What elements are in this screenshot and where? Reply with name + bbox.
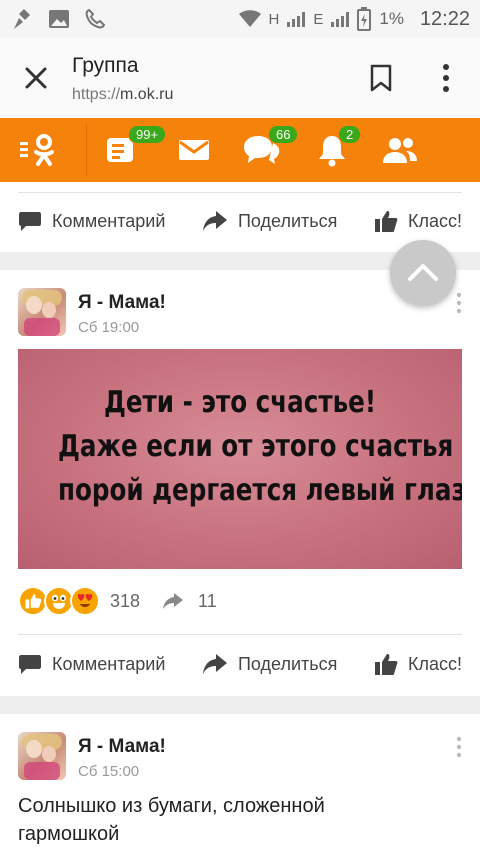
nav-messages-button[interactable] <box>172 118 216 182</box>
image-text-line: порой дергается левый глаз. <box>57 473 462 508</box>
browser-toolbar: Группа https://m.ok.ru <box>0 38 480 118</box>
post-date: Сб 19:00 <box>78 319 140 336</box>
notifications-badge: 2 <box>338 125 362 144</box>
nav-separator <box>86 124 87 176</box>
friends-icon <box>383 138 417 163</box>
divider <box>18 634 462 635</box>
comment-label: Комментарий <box>52 653 166 674</box>
battery-icon <box>357 7 372 31</box>
share-button[interactable]: Поделиться <box>202 653 337 675</box>
messages-badge: 66 <box>268 125 299 144</box>
scroll-to-top-button[interactable] <box>390 240 456 306</box>
post-menu-icon[interactable] <box>456 292 462 314</box>
reactions-count: 318 <box>110 590 141 611</box>
post-image[interactable]: Дети - это счастье! Даже если от этого с… <box>18 349 462 569</box>
more-menu-icon[interactable] <box>438 62 454 94</box>
status-bar: H E 1% 12:22 <box>0 0 480 38</box>
like-button[interactable]: Класс! <box>374 652 462 676</box>
like-label: Класс! <box>408 653 462 674</box>
like-label: Класс! <box>408 210 462 231</box>
share-button[interactable]: Поделиться <box>202 210 337 232</box>
url-scheme: https:// <box>72 86 121 103</box>
page-url: https://m.ok.ru <box>72 86 173 104</box>
reactions-bar[interactable]: 318 11 <box>18 586 217 616</box>
post-text[interactable]: Солнышко из бумаги, сложенной гармошкой <box>18 792 462 848</box>
broom-icon <box>14 9 30 29</box>
chevron-up-icon <box>408 264 438 281</box>
image-icon <box>49 10 69 28</box>
nav-friends-button[interactable] <box>380 118 420 182</box>
share-arrow-icon <box>202 211 227 231</box>
comment-icon <box>19 655 41 674</box>
thumbs-up-icon <box>375 654 398 675</box>
post-text-line: гармошкой <box>18 823 120 845</box>
url-host: m.ok.ru <box>120 86 174 103</box>
post-actions: Комментарий Поделиться Класс! <box>0 636 480 692</box>
share-label: Поделиться <box>237 210 338 231</box>
phone-icon <box>85 8 106 29</box>
post-menu-icon[interactable] <box>456 736 462 758</box>
signal-icon-2 <box>331 11 350 27</box>
feed-badge: 99+ <box>128 125 167 144</box>
site-nav-bar: 99+ 66 2 <box>0 118 480 182</box>
comment-button[interactable]: Комментарий <box>18 210 165 232</box>
battery-percent: 1% <box>379 9 404 28</box>
image-text-line: Даже если от этого счастья <box>57 429 454 464</box>
ok-logo-icon <box>20 134 54 166</box>
image-text-line: Дети - это счастье! <box>103 385 377 420</box>
comment-button[interactable]: Комментарий <box>18 653 165 675</box>
post-date: Сб 15:00 <box>78 763 140 780</box>
avatar[interactable] <box>18 288 66 336</box>
post-author[interactable]: Я - Мама! <box>78 292 166 314</box>
post-header: Я - Мама! Сб 15:00 <box>0 714 480 788</box>
network-type-2: E <box>313 10 324 28</box>
close-icon[interactable] <box>22 64 50 92</box>
reshare-icon[interactable] <box>162 592 184 610</box>
page-title: Группа <box>72 54 139 77</box>
post-author[interactable]: Я - Мама! <box>78 736 166 758</box>
network-type-1: H <box>268 10 280 28</box>
love-reaction-icon <box>70 586 100 616</box>
post-text-line: Солнышко из бумаги, сложенной <box>18 795 325 817</box>
share-label: Поделиться <box>237 653 338 674</box>
mail-icon <box>179 140 209 160</box>
avatar[interactable] <box>18 732 66 780</box>
signal-icon-1 <box>287 11 306 27</box>
comment-label: Комментарий <box>52 210 166 231</box>
share-arrow-icon <box>202 654 227 674</box>
thumbs-up-icon <box>375 211 398 232</box>
wifi-icon <box>238 10 261 27</box>
ok-menu-button[interactable] <box>14 118 66 182</box>
like-button[interactable]: Класс! <box>374 209 462 233</box>
clock: 12:22 <box>419 7 470 30</box>
comment-icon <box>19 212 41 231</box>
shares-count: 11 <box>198 590 217 611</box>
bookmark-icon[interactable] <box>368 63 394 93</box>
